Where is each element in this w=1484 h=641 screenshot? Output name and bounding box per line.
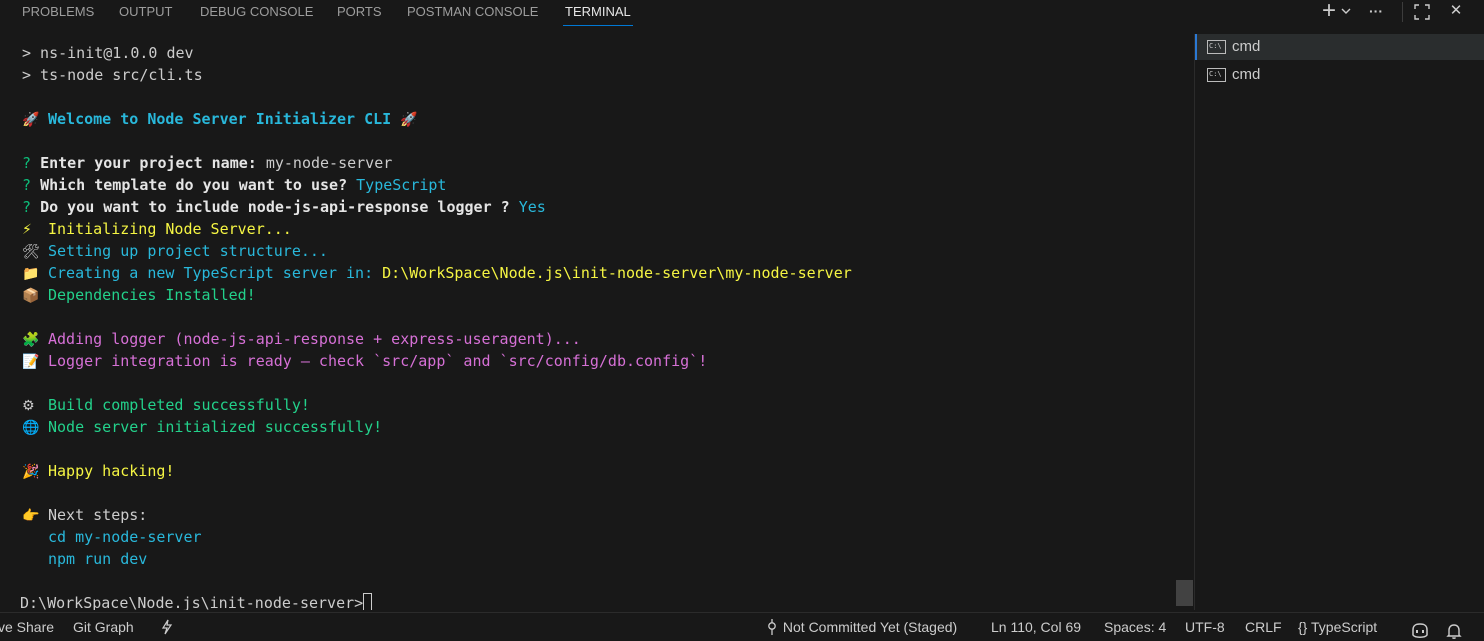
panel-tab-bar: PROBLEMS OUTPUT DEBUG CONSOLE PORTS POST… xyxy=(0,0,1484,35)
eol-setting[interactable]: CRLF xyxy=(1245,613,1282,641)
package-icon: 📦 xyxy=(22,288,40,304)
notifications-button[interactable] xyxy=(1446,618,1462,639)
terminal-line: > ns-init@1.0.0 dev xyxy=(22,44,194,62)
lightning-icon xyxy=(161,619,173,635)
terminal-tab-cmd[interactable]: C:\ cmd xyxy=(1195,34,1484,60)
terminal-tabs-list: C:\ cmd C:\ cmd xyxy=(1194,34,1484,610)
rocket-icon: 🚀 xyxy=(22,112,40,128)
language-mode[interactable]: {} TypeScript xyxy=(1298,613,1377,641)
cursor-position[interactable]: Ln 110, Col 69 xyxy=(991,613,1081,641)
terminal-line: cd my-node-server xyxy=(48,528,202,546)
braces-icon: {} xyxy=(1298,619,1308,635)
terminal-line: 📝 Logger integration is ready — check `sr… xyxy=(22,350,707,372)
welcome-line: 🚀 Welcome to Node Server Initializer CLI … xyxy=(22,108,426,130)
terminal-prompt[interactable]: D:\WorkSpace\Node.js\init-node-server> xyxy=(20,592,373,610)
terminal-cursor xyxy=(363,593,373,610)
terminal-line: 👉 Next steps: xyxy=(22,504,147,526)
status-bar: ve Share Git Graph Not Committed Yet (St… xyxy=(0,612,1484,641)
lightning-button[interactable] xyxy=(160,613,174,641)
terminal-scrollbar-thumb[interactable] xyxy=(1176,580,1193,606)
git-blame-status[interactable]: Not Committed Yet (Staged) xyxy=(765,613,957,641)
live-share-button[interactable]: ve Share xyxy=(0,613,54,641)
close-icon: ✕ xyxy=(1449,2,1463,19)
terminal-line: 🧩 Adding logger (node-js-api-response + e… xyxy=(22,328,581,350)
language-label: TypeScript xyxy=(1311,619,1378,635)
copilot-button[interactable] xyxy=(1410,618,1430,638)
terminal-tab-label: cmd xyxy=(1232,38,1261,55)
tab-ports[interactable]: PORTS xyxy=(337,0,382,26)
maximize-panel-button[interactable] xyxy=(1414,4,1434,28)
terminal-line: 📁 Creating a new TypeScript server in: D:… xyxy=(22,262,852,284)
terminal-tab-label: cmd xyxy=(1232,66,1261,83)
terminal-profile-dropdown[interactable] xyxy=(1340,3,1356,27)
terminal-cmd-icon: C:\ xyxy=(1207,40,1226,54)
tab-output[interactable]: OUTPUT xyxy=(119,0,172,26)
rocket-icon: 🚀 xyxy=(400,112,418,128)
terminal-line: > ts-node src/cli.ts xyxy=(22,66,203,84)
tab-terminal[interactable]: TERMINAL xyxy=(563,0,633,26)
terminal-line: 📦 Dependencies Installed! xyxy=(22,284,256,306)
close-panel-button[interactable]: ✕ xyxy=(1446,0,1466,24)
copilot-icon xyxy=(1412,623,1428,638)
terminal-line: 🛠 Setting up project structure... xyxy=(22,240,328,262)
bell-icon xyxy=(1446,624,1462,639)
tab-postman-console[interactable]: POSTMAN CONSOLE xyxy=(407,0,538,26)
encoding-setting[interactable]: UTF-8 xyxy=(1185,613,1225,641)
git-commit-icon xyxy=(768,619,776,635)
puzzle-icon: 🧩 xyxy=(22,332,40,348)
terminal-tab-cmd[interactable]: C:\ cmd xyxy=(1195,62,1484,88)
globe-icon: 🌐 xyxy=(22,420,40,436)
prompt-question: ? Enter your project name: my-node-serve… xyxy=(22,154,393,172)
plus-icon: + xyxy=(1321,0,1336,24)
terminal-line: 🌐 Node server initialized successfully! xyxy=(22,416,382,438)
indentation-setting[interactable]: Spaces: 4 xyxy=(1104,613,1166,641)
chevron-down-icon xyxy=(1341,8,1351,14)
terminal-scrollbar-track[interactable] xyxy=(1176,35,1193,610)
pointing-hand-icon: 👉 xyxy=(22,508,40,524)
terminal-line: npm run dev xyxy=(48,550,148,568)
git-status-label: Not Committed Yet (Staged) xyxy=(782,619,958,635)
gear-icon: ⚙ xyxy=(22,398,35,414)
ellipsis-icon: ··· xyxy=(1369,3,1383,19)
terminal-line: ⚡ Initializing Node Server... xyxy=(22,218,292,240)
terminal-line: ⚙ Build completed successfully! xyxy=(22,394,310,416)
new-terminal-button[interactable]: + xyxy=(1318,0,1340,24)
tools-icon: 🛠 xyxy=(22,244,40,260)
tab-debug-console[interactable]: DEBUG CONSOLE xyxy=(200,0,313,26)
prompt-question: ? Do you want to include node-js-api-res… xyxy=(22,198,546,216)
terminal-line: 🎉 Happy hacking! xyxy=(22,460,174,482)
prompt-question: ? Which template do you want to use? Typ… xyxy=(22,176,447,194)
terminal-output[interactable]: > ns-init@1.0.0 dev > ts-node src/cli.ts… xyxy=(0,35,1176,610)
folder-icon: 📁 xyxy=(22,266,40,282)
more-actions-button[interactable]: ··· xyxy=(1364,0,1388,24)
lightning-icon: ⚡ xyxy=(22,222,32,238)
toolbar-divider xyxy=(1402,2,1403,22)
party-popper-icon: 🎉 xyxy=(22,464,40,480)
git-graph-button[interactable]: Git Graph xyxy=(73,613,134,641)
tab-problems[interactable]: PROBLEMS xyxy=(22,0,94,26)
memo-icon: 📝 xyxy=(22,354,40,370)
maximize-icon xyxy=(1414,4,1430,20)
terminal-cmd-icon: C:\ xyxy=(1207,68,1226,82)
